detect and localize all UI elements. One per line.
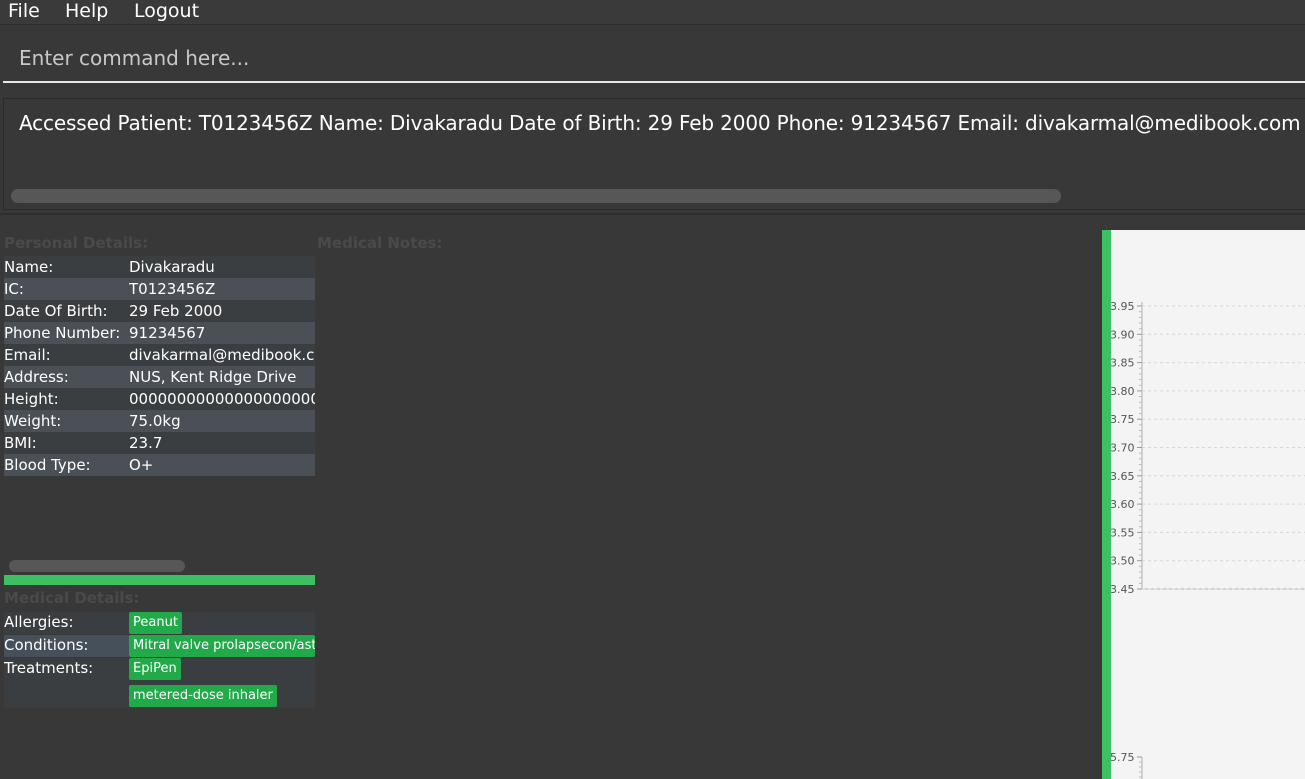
condition-tag: Mitral valve prolapsecon/asthma (129, 635, 315, 657)
personal-row-label: Email: (4, 346, 51, 364)
personal-row: Weight: 75.0kg (4, 410, 315, 432)
chart-tick-label: 3.75 (1110, 413, 1135, 426)
personal-row-value: 75.0kg (129, 412, 181, 430)
medical-details-title: Medical Details: (4, 589, 140, 607)
chart-tick-label: 3.45 (1110, 583, 1135, 596)
personal-row-value: Divakaradu (129, 258, 215, 276)
personal-row: Date Of Birth: 29 Feb 2000 (4, 300, 315, 322)
personal-row-label: BMI: (4, 434, 37, 452)
medical-notes-title: Medical Notes: (317, 234, 443, 252)
treatments-label: Treatments: (4, 659, 94, 677)
personal-row: IC: T0123456Z (4, 278, 315, 300)
personal-row-value: 23.7 (129, 434, 163, 452)
personal-row-label: Name: (4, 258, 54, 276)
personal-row-value: 91234567 (129, 324, 206, 342)
chart-tick-label: 3.70 (1110, 442, 1135, 455)
chart-panel: 3.95 3.90 3.85 3.80 3.75 3.70 3.65 3.60 3.55 3.50… (1102, 230, 1305, 779)
chart-tick-label: 3.95 (1110, 300, 1135, 313)
personal-row-label: Date Of Birth: (4, 302, 108, 320)
allergies-label: Allergies: (4, 613, 74, 631)
chart-axis: 3.95 3.90 3.85 3.80 3.75 3.70 3.65 3.60 3.55 3.50… (1110, 300, 1305, 779)
chart-tick-label: 3.60 (1110, 498, 1135, 511)
personal-row-label: Phone Number: (4, 324, 121, 342)
menu-bar: File Help Logout (0, 0, 1305, 25)
personal-row-value: O+ (129, 456, 154, 474)
split-divider[interactable] (0, 213, 1305, 215)
personal-row: BMI: 23.7 (4, 432, 315, 454)
chart-tick-label: 3.80 (1110, 385, 1135, 398)
menu-help[interactable]: Help (65, 0, 108, 22)
chart-tick-label: 3.50 (1110, 555, 1135, 568)
personal-row: Name: Divakaradu (4, 256, 315, 278)
chart-tick-label: 3.90 (1110, 328, 1135, 341)
personal-row: Height: 0000000000000000000000000 (4, 388, 315, 410)
menu-logout[interactable]: Logout (134, 0, 199, 22)
personal-row-label: Height: (4, 390, 59, 408)
section-separator (4, 575, 315, 585)
treatment-tag: metered-dose inhaler (129, 685, 277, 707)
chart-tick-label: 5.75 (1110, 751, 1135, 764)
personal-details-table: Name: Divakaradu IC: T0123456Z Date Of Birth… (4, 256, 315, 476)
chart-edge-bar (1102, 230, 1111, 779)
personal-row: Blood Type: O+ (4, 454, 315, 476)
personal-row: Phone Number: 91234567 (4, 322, 315, 344)
command-input[interactable] (3, 34, 1305, 81)
conditions-row: Conditions: Mitral valve prolapsecon/ast… (4, 635, 315, 657)
chart-tick-label: 3.65 (1110, 470, 1135, 483)
personal-details-scrollbar[interactable] (9, 560, 185, 572)
personal-row-label: IC: (4, 280, 24, 298)
personal-row-label: Address: (4, 368, 69, 386)
personal-row-label: Blood Type: (4, 456, 91, 474)
personal-row-value: 29 Feb 2000 (129, 302, 223, 320)
chart-tick-label: 3.85 (1110, 357, 1135, 370)
personal-row: Email: divakarmal@medibook.com (4, 344, 315, 366)
result-horizontal-scrollbar[interactable] (11, 189, 1061, 203)
treatment-tag: EpiPen (129, 658, 181, 680)
personal-row-value: NUS, Kent Ridge Drive (129, 368, 297, 386)
chart-tick-label: 3.55 (1110, 526, 1135, 539)
personal-row-value: T0123456Z (129, 280, 216, 298)
allergy-tag: Peanut (129, 612, 182, 634)
treatments-row: Treatments: EpiPen metered-dose inhaler (4, 658, 315, 708)
allergies-row: Allergies: Peanut (4, 612, 315, 634)
personal-details-title: Personal Details: (4, 234, 149, 252)
result-text: Accessed Patient: T0123456Z Name: Divaka… (19, 111, 1305, 135)
conditions-label: Conditions: (4, 636, 89, 654)
result-display: Accessed Patient: T0123456Z Name: Divaka… (3, 98, 1305, 210)
personal-row-value: 0000000000000000000000000 (129, 390, 315, 408)
command-box (3, 34, 1305, 83)
menu-file[interactable]: File (8, 0, 40, 22)
personal-row: Address: NUS, Kent Ridge Drive (4, 366, 315, 388)
personal-row-value: divakarmal@medibook.com (129, 346, 315, 364)
personal-row-label: Weight: (4, 412, 62, 430)
